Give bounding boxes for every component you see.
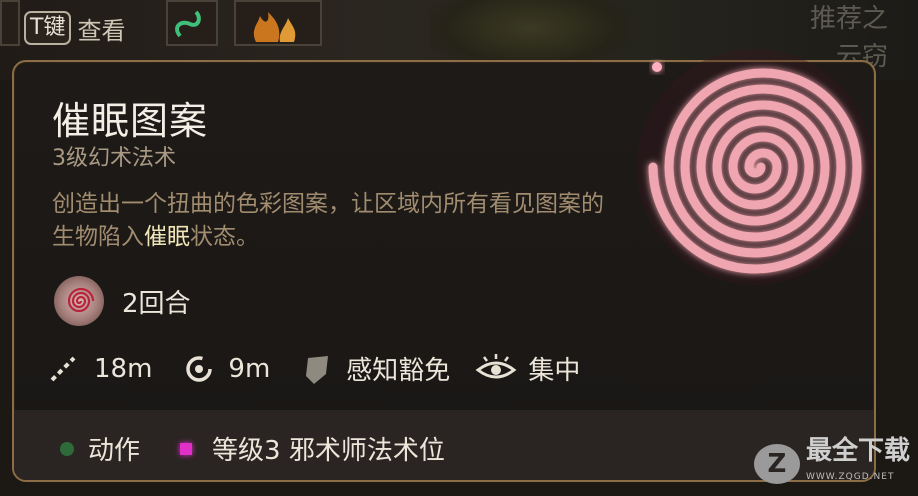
spell-slot-cost: 等级3 邪术师法术位 (212, 436, 445, 466)
spell-level-school: 3级幻术法术 (52, 146, 176, 171)
hotbar-slot-fire[interactable] (234, 0, 322, 46)
aoe-value: 9m (228, 353, 271, 384)
swirl-icon (54, 276, 104, 326)
snake-icon (175, 10, 201, 38)
spell-description: 创造出一个扭曲的色彩图案，让区域内所有看见图案的生物陷入催眠状态。 (52, 191, 604, 250)
aoe-icon (182, 352, 216, 386)
spell-stats-row: 18m 9m 感知豁免 集中 (46, 350, 580, 387)
site-watermark: Z 最全下载 WWW.ZQGD.NET (753, 436, 910, 490)
range-icon (46, 352, 80, 386)
keybind-hint: T键 查看 (24, 6, 125, 50)
action-cost: 动作 (88, 436, 141, 466)
eye-icon (474, 352, 518, 386)
hotbar-slot[interactable] (0, 0, 20, 46)
concentration-label[interactable]: 集中 (528, 350, 580, 387)
spell-name: 催眠图案 (52, 99, 209, 143)
duration-value: 2回合 (122, 288, 191, 319)
status-keyword[interactable]: 催眠 (144, 224, 190, 250)
watermark-brand: 最全下载 (805, 436, 910, 466)
watermark-logo-icon: Z (753, 444, 800, 484)
spell-slot-icon (180, 442, 193, 455)
action-dot-icon (60, 441, 74, 456)
shield-icon (300, 352, 334, 386)
fire-icon (253, 12, 296, 42)
spell-art-spiral (637, 49, 873, 285)
saving-throw[interactable]: 感知豁免 (346, 350, 450, 387)
hotbar-slot[interactable] (166, 0, 218, 46)
duration-row: 2回合 (54, 276, 191, 326)
keybind-action: 查看 (77, 16, 126, 45)
keybind-key: T键 (24, 11, 72, 45)
watermark-url: WWW.ZQGD.NET (805, 472, 895, 482)
spell-cost-row: 动作 等级3 邪术师法术位 (60, 430, 445, 467)
range-value: 18m (94, 353, 153, 384)
